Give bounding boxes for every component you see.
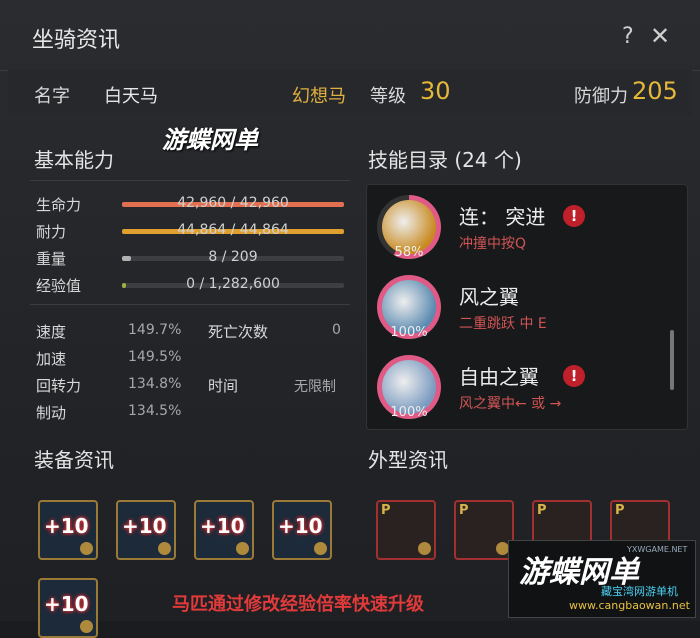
warning-icon: ! (563, 365, 585, 387)
site-logo: 游蝶网单 YXWGAME.NET 藏宝湾网游单机 www.cangbaowan.… (508, 540, 696, 618)
enhance-level: +10 (200, 514, 245, 538)
skill-list: 58% 连： 突进 冲撞中按Q! 100% 风之翼 二重跳跃 中 E 100% 自由之翼 风之翼… (366, 184, 688, 430)
bar-label: 经验值 (36, 277, 82, 295)
enhance-level: +10 (44, 514, 89, 538)
name-value: 白天马 (104, 86, 158, 107)
skill-key-hint: 风之翼中← 或 → (459, 396, 562, 412)
slot-badge-icon (80, 620, 93, 633)
mount-info-window: 坐骑资讯 ? ✕ 名字 白天马 幻想马 等级 30 防御力 205 游蝶网单 基… (0, 0, 700, 638)
slot-badge-icon (314, 542, 327, 555)
mount-type: 幻想马 (292, 86, 346, 107)
equipment-slot[interactable]: +10 (38, 500, 98, 560)
bar-label: 生命力 (36, 196, 82, 214)
skill-name: 连： 突进 (459, 205, 546, 229)
appearance-title: 外型资讯 (368, 448, 448, 472)
divider (30, 180, 350, 181)
time-value: 无限制 (294, 379, 336, 395)
equipment-title: 装备资讯 (34, 448, 114, 472)
upgrade-caption: 马匹通过修改经验倍率快速升级 (172, 594, 424, 615)
skill-item[interactable]: 100% 自由之翼风之翼中← 或 →! (367, 349, 687, 429)
stat-value: 149.5% (128, 349, 182, 365)
skills-title: 技能目录 (24 个) (368, 148, 522, 172)
premium-marker: P (537, 503, 547, 518)
skill-progress: 58% (394, 245, 424, 260)
logo-tiny: YXWGAME.NET (627, 545, 688, 554)
bar-value: 44,864 / 44,864 (177, 222, 289, 238)
slot-badge-icon (418, 542, 431, 555)
logo-sub: 藏宝湾网游单机 (601, 585, 678, 598)
close-icon[interactable]: ✕ (650, 22, 670, 50)
skill-key-hint: 冲撞中按Q (459, 236, 527, 252)
warning-icon: ! (563, 205, 585, 227)
level-label: 等级 (370, 86, 406, 107)
name-label: 名字 (34, 86, 70, 107)
deaths-label: 死亡次数 (208, 323, 269, 341)
skill-progress: 100% (390, 405, 428, 420)
stat-label: 速度 (36, 323, 67, 341)
slot-badge-icon (80, 542, 93, 555)
premium-marker: P (459, 503, 469, 518)
window-title: 坐骑资讯 (32, 28, 121, 53)
deaths-value: 0 (332, 322, 341, 338)
bar-label: 重量 (36, 250, 67, 268)
enhance-level: +10 (122, 514, 167, 538)
enhance-level: +10 (44, 592, 89, 616)
help-icon[interactable]: ? (622, 24, 634, 49)
stat-label: 加速 (36, 350, 67, 368)
overlay-caption: 游蝶网单 (162, 126, 258, 154)
skill-progress: 100% (390, 325, 428, 340)
bar-value: 8 / 209 (208, 249, 258, 265)
skill-scrollbar[interactable] (670, 330, 674, 390)
skill-item[interactable]: 100% 风之翼二重跳跃 中 E (367, 269, 687, 349)
bar-value: 42,960 / 42,960 (177, 195, 289, 211)
appearance-slot[interactable]: P (454, 500, 514, 560)
equipment-slot[interactable]: +10 (116, 500, 176, 560)
time-label: 时间 (208, 377, 239, 395)
enhance-level: +10 (278, 514, 323, 538)
skill-name: 自由之翼 (459, 365, 539, 389)
skill-name: 风之翼 (459, 285, 519, 309)
bar-label: 耐力 (36, 223, 67, 241)
bar-value: 0 / 1,282,600 (186, 276, 280, 292)
level-value: 30 (420, 77, 451, 105)
title-bar: 坐骑资讯 ? ✕ (0, 0, 700, 71)
skill-item[interactable]: 58% 连： 突进冲撞中按Q! (367, 189, 687, 269)
slot-badge-icon (158, 542, 171, 555)
basic-abilities-title: 基本能力 (34, 148, 114, 172)
stat-value: 134.5% (128, 403, 182, 419)
defense-label: 防御力 (574, 86, 628, 107)
stat-value: 134.8% (128, 376, 182, 392)
slot-badge-icon (236, 542, 249, 555)
premium-marker: P (381, 503, 391, 518)
defense-value: 205 (632, 77, 678, 105)
logo-url: www.cangbaowan.net (569, 599, 690, 612)
premium-marker: P (615, 503, 625, 518)
stat-label: 制动 (36, 404, 67, 422)
skill-key-hint: 二重跳跃 中 E (459, 316, 547, 332)
stat-label: 回转力 (36, 377, 82, 395)
stat-value: 149.7% (128, 322, 182, 338)
equipment-slot[interactable]: +10 (272, 500, 332, 560)
appearance-slot[interactable]: P (376, 500, 436, 560)
equipment-slot[interactable]: +10 (194, 500, 254, 560)
divider (30, 304, 350, 305)
equipment-slot[interactable]: +10 (38, 578, 98, 638)
